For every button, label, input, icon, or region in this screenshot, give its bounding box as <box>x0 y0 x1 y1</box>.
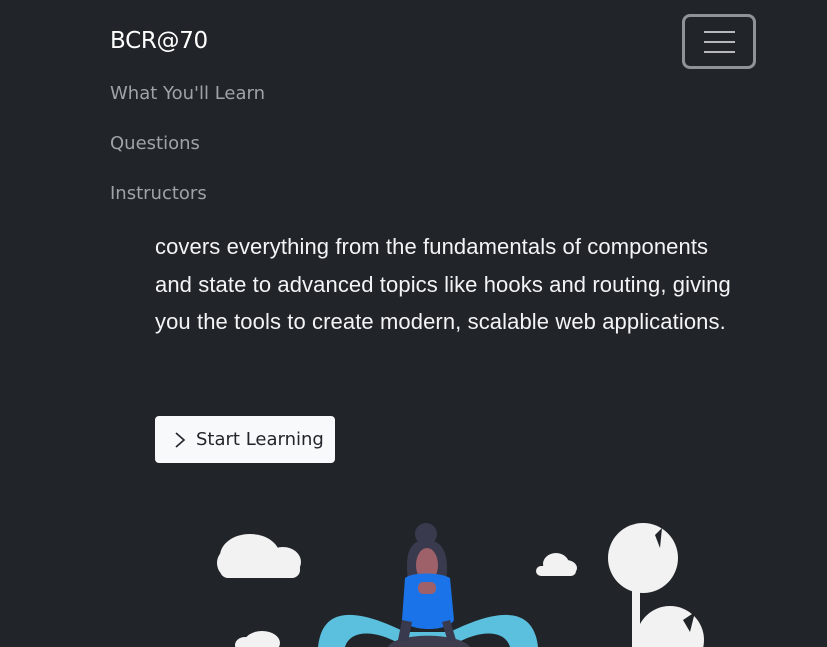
cloud-left <box>217 534 301 578</box>
cloud-bottom-left <box>235 631 280 647</box>
person-figure <box>398 523 456 642</box>
cloud-small <box>536 553 577 576</box>
hero-illustration <box>217 523 704 647</box>
